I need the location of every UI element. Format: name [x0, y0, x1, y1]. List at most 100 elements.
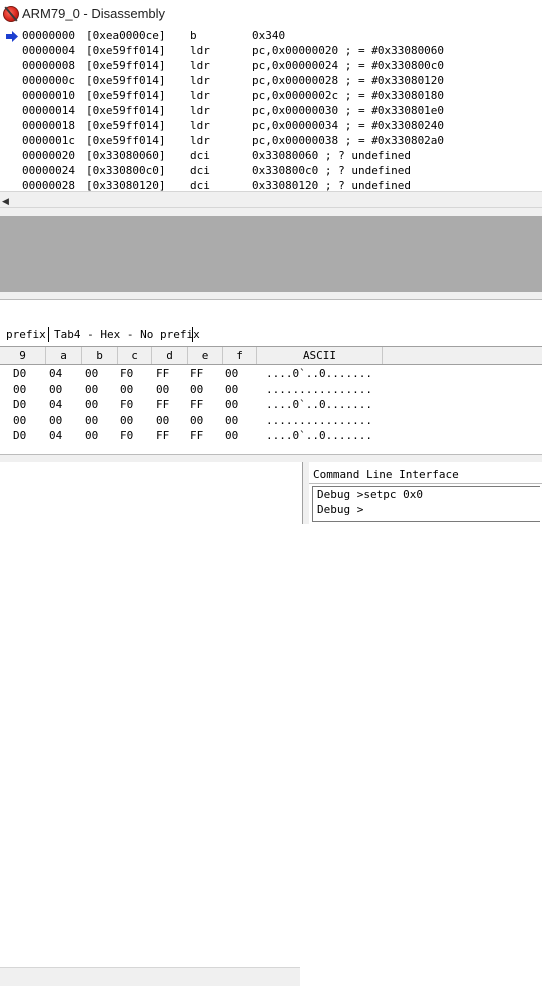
memory-byte-cell[interactable]: 00 [120, 383, 133, 396]
disassembly-row[interactable]: 00000014 [0xe59ff014] ldr pc,0x00000030 ; =… [0, 104, 542, 119]
cli-title: Command Line Interface [309, 466, 542, 484]
disasm-mnemonic: ldr [190, 44, 210, 57]
memory-byte-cell[interactable]: 00 [156, 383, 169, 396]
memory-byte-cell[interactable]: FF [156, 398, 169, 411]
disasm-address: 00000024 [22, 164, 75, 177]
disasm-operands: 0x33080120 ; ? undefined [252, 179, 411, 191]
disasm-address: 00000020 [22, 149, 75, 162]
disasm-opcode: [0xe59ff014] [86, 104, 166, 117]
memory-row[interactable]: 00 00 00 00 00 00 00................ [0, 414, 542, 429]
memory-ascii-cell: ....0`..0....... [266, 398, 372, 411]
memory-byte-cell[interactable]: 00 [85, 414, 98, 427]
memory-byte-cell[interactable]: 00 [85, 383, 98, 396]
disassembly-row[interactable]: 00000008 [0xe59ff014] ldr pc,0x00000024 ; =… [0, 59, 542, 74]
memory-byte-cell[interactable]: FF [190, 398, 203, 411]
disassembly-row[interactable]: 00000000 [0xea0000ce] b 0x340 [0, 29, 542, 44]
output-hscrollbar[interactable] [0, 967, 300, 986]
cli-prompt-line[interactable]: Debug > [317, 503, 363, 516]
memory-byte-cell[interactable]: 04 [49, 398, 62, 411]
disasm-mnemonic: ldr [190, 59, 210, 72]
disasm-opcode: [0xe59ff014] [86, 119, 166, 132]
column-header-c[interactable]: c [118, 347, 152, 364]
memory-byte-cell[interactable]: FF [156, 367, 169, 380]
memory-byte-cell[interactable]: F0 [120, 367, 133, 380]
horizontal-splitter[interactable] [0, 292, 542, 300]
memory-row[interactable]: D0 04 00 F0 FF FF 00 ....0`..0....... [0, 398, 542, 413]
disasm-address: 00000008 [22, 59, 75, 72]
memory-byte-cell[interactable]: 00 [13, 383, 26, 396]
scroll-left-arrow-icon[interactable]: ◀ [2, 196, 9, 207]
memory-tab-strip: prefix Tab4 - Hex - No prefix [0, 326, 542, 344]
empty-window-area [0, 216, 542, 292]
disassembly-hscrollbar[interactable]: ◀ [0, 191, 542, 208]
column-header-ascii[interactable]: ASCII [257, 347, 383, 364]
memory-byte-cell[interactable]: 00 [190, 414, 203, 427]
disasm-operands: 0x33080060 ; ? undefined [252, 149, 411, 162]
disasm-operands: 0x330800c0 ; ? undefined [252, 164, 411, 177]
memory-row[interactable]: D0 04 00 F0 FF FF 00 ....0`..0....... [0, 367, 542, 382]
memory-byte-cell[interactable]: FF [190, 367, 203, 380]
memory-byte-cell[interactable]: 00 [225, 429, 238, 442]
memory-byte-cell[interactable]: F0 [120, 429, 133, 442]
column-header-a[interactable]: a [46, 347, 82, 364]
window-titlebar: ARM79_0 - Disassembly [0, 0, 542, 29]
column-header-b[interactable]: b [82, 347, 118, 364]
memory-byte-cell[interactable]: FF [190, 429, 203, 442]
memory-row[interactable]: D0 04 00 F0 FF FF 00 ....0`..0....... [0, 429, 542, 444]
memory-byte-cell[interactable]: 00 [120, 414, 133, 427]
cli-console[interactable]: Debug >setpc 0x0 Debug > [312, 486, 540, 522]
memory-byte-cell[interactable]: 00 [49, 383, 62, 396]
tab-prefix[interactable]: prefix [6, 327, 46, 343]
memory-byte-cell[interactable]: D0 [13, 398, 26, 411]
memory-ascii-cell: ....0`..0....... [266, 429, 372, 442]
memory-byte-cell[interactable]: 00 [13, 414, 26, 427]
disasm-opcode: [0x330800c0] [86, 164, 166, 177]
column-header-f[interactable]: f [223, 347, 257, 364]
disassembly-row[interactable]: 00000010 [0xe59ff014] ldr pc,0x0000002c ; =… [0, 89, 542, 104]
disasm-opcode: [0xe59ff014] [86, 44, 166, 57]
disasm-mnemonic: dci [190, 164, 210, 177]
memory-byte-cell[interactable]: 00 [49, 414, 62, 427]
disasm-opcode: [0xe59ff014] [86, 134, 166, 147]
disassembly-row[interactable]: 00000004 [0xe59ff014] ldr pc,0x00000020 ; =… [0, 44, 542, 59]
memory-byte-cell[interactable]: 00 [225, 414, 238, 427]
disasm-mnemonic: b [190, 29, 197, 42]
disassembly-row[interactable]: 00000018 [0xe59ff014] ldr pc,0x00000034 ; =… [0, 119, 542, 134]
memory-byte-cell[interactable]: 00 [225, 383, 238, 396]
memory-byte-cell[interactable]: D0 [13, 367, 26, 380]
disasm-opcode: [0xea0000ce] [86, 29, 166, 42]
memory-byte-cell[interactable]: 00 [225, 367, 238, 380]
disasm-operands: pc,0x0000002c ; = #0x33080180 [252, 89, 445, 102]
memory-byte-cell[interactable]: 00 [225, 398, 238, 411]
memory-byte-cell[interactable]: 04 [49, 367, 62, 380]
disassembly-row[interactable]: 0000000c [0xe59ff014] ldr pc,0x00000028 ; =… [0, 74, 542, 89]
bottom-splitter[interactable] [0, 454, 542, 462]
disasm-address: 00000014 [22, 104, 75, 117]
memory-byte-cell[interactable]: 00 [85, 367, 98, 380]
disassembly-row[interactable]: 00000020 [0x33080060] dci 0x33080060 ; ? un… [0, 149, 542, 164]
memory-byte-cell[interactable]: FF [156, 429, 169, 442]
tab-hex-no-prefix[interactable]: Tab4 - Hex - No prefix [54, 327, 200, 343]
disasm-mnemonic: dci [190, 149, 210, 162]
disasm-address: 0000000c [22, 74, 75, 87]
disasm-mnemonic: ldr [190, 89, 210, 102]
column-header-e[interactable]: e [188, 347, 223, 364]
memory-row[interactable]: 00 00 00 00 00 00 00................ [0, 383, 542, 398]
memory-byte-cell[interactable]: 00 [85, 429, 98, 442]
disassembly-pane[interactable]: 00000000 [0xea0000ce] b 0x340 00000004 [0xe59… [0, 29, 542, 191]
memory-byte-cell[interactable]: 00 [190, 383, 203, 396]
disasm-mnemonic: dci [190, 179, 210, 191]
disasm-address: 00000010 [22, 89, 75, 102]
memory-byte-cell[interactable]: 00 [85, 398, 98, 411]
disassembly-row[interactable]: 00000024 [0x330800c0] dci 0x330800c0 ; ? un… [0, 164, 542, 179]
disasm-operands: pc,0x00000034 ; = #0x33080240 [252, 119, 445, 132]
column-header-9[interactable]: 9 [0, 347, 46, 364]
disassembly-row[interactable]: 00000028 [0x33080120] dci 0x33080120 ; ? un… [0, 179, 542, 191]
disassembly-row[interactable]: 0000001c [0xe59ff014] ldr pc,0x00000038 ; =… [0, 134, 542, 149]
memory-byte-cell[interactable]: 00 [156, 414, 169, 427]
memory-byte-cell[interactable]: F0 [120, 398, 133, 411]
column-header-d[interactable]: d [152, 347, 188, 364]
memory-byte-cell[interactable]: 04 [49, 429, 62, 442]
memory-byte-cell[interactable]: D0 [13, 429, 26, 442]
disasm-opcode: [0x33080120] [86, 179, 166, 191]
